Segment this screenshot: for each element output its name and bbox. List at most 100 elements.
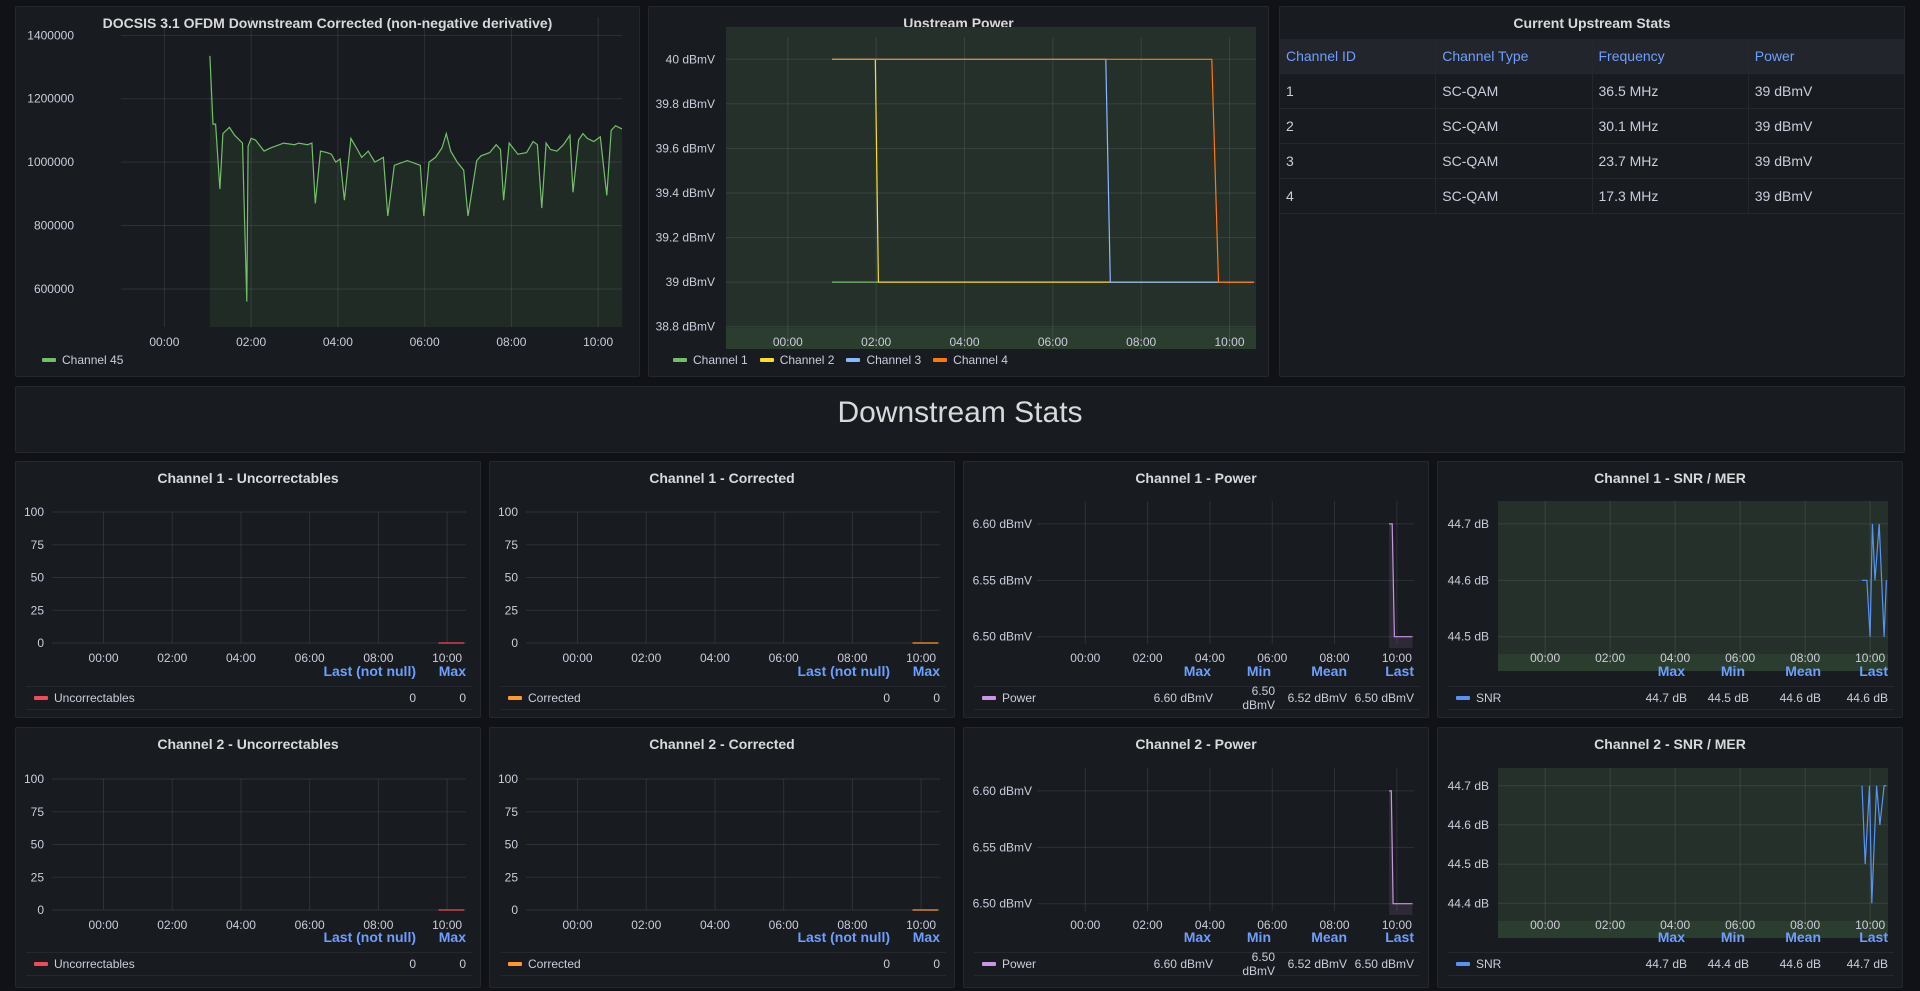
legend-row[interactable]: Uncorrectables 0 0 — [26, 952, 472, 976]
legend-item-channel-45[interactable]: Channel 45 — [42, 353, 123, 367]
y-tick-label: 44.7 dB — [1448, 517, 1489, 531]
x-tick-label: 02:00 — [861, 335, 891, 349]
x-tick-label: 04:00 — [226, 651, 256, 665]
legend-value-last-not-null: 0 — [409, 691, 416, 705]
legend-series[interactable]: Corrected — [500, 691, 766, 705]
y-tick-label: 38.8 dBmV — [656, 320, 715, 334]
legend-sort-last-not-null[interactable]: Last (not null) — [286, 663, 416, 679]
chart-channel-1-uncorrectables[interactable]: 025507510000:00 02:00 04:00 06:00 08:00 10:00 — [16, 462, 482, 719]
column-header-frequency[interactable]: Frequency — [1593, 39, 1749, 73]
legend-item-channel-4[interactable]: Channel 4 — [933, 353, 1008, 367]
legend-value-max: 0 — [459, 691, 466, 705]
legend-sort-max[interactable]: Max — [890, 663, 940, 679]
panel-channel-2-snr-mer[interactable]: Channel 2 - SNR / MER 44.4 dB 44.5 dB 44.6 … — [1437, 727, 1903, 988]
panel-channel-1-corrected[interactable]: Channel 1 - Corrected 0 25 50 75 100 00:00 02:0… — [489, 461, 955, 718]
legend-sort-max[interactable]: Max — [1615, 929, 1685, 945]
legend-sort-mean[interactable]: Mean — [1271, 929, 1347, 945]
legend-sort-last-not-null[interactable]: Last (not null) — [286, 929, 416, 945]
legend-row[interactable]: Corrected 0 0 — [500, 686, 946, 710]
chart-channel-2-corrected[interactable]: 025507510000:00 02:00 04:00 06:00 08:00 10:00 — [490, 728, 956, 989]
column-header-power[interactable]: Power — [1749, 39, 1904, 73]
series-swatch — [933, 358, 948, 362]
legend-sort-last[interactable]: Last — [1821, 663, 1888, 679]
legend-sort-max[interactable]: Max — [416, 929, 466, 945]
row-title: Downstream Stats — [837, 396, 1083, 429]
legend-sort-max[interactable]: Max — [890, 929, 940, 945]
legend-sort-min[interactable]: Min — [1685, 929, 1745, 945]
legend-sort-max[interactable]: Max — [416, 663, 466, 679]
x-tick-label: 00:00 — [563, 651, 593, 665]
legend-row[interactable]: SNR 44.7 dB 44.5 dB 44.6 dB 44.6 dB — [1448, 686, 1894, 710]
chart-ofdm[interactable]: 600000 800000 1000000 1200000 1400000 00:00 02… — [16, 7, 641, 378]
chart-upstream-power[interactable]: 38.8 dBmV 39 dBmV 39.2 dBmV 39.4 dBmV 39.6 d… — [649, 7, 1270, 378]
legend-sort-mean[interactable]: Mean — [1271, 663, 1347, 679]
legend-sort-mean[interactable]: Mean — [1745, 663, 1821, 679]
cell-channel-id: 3 — [1280, 144, 1437, 178]
legend-sort-last-not-null[interactable]: Last (not null) — [760, 663, 890, 679]
y-tick-label: 6.60 dBmV — [973, 517, 1032, 531]
chart-channel-1-snr-mer[interactable]: 44.5 dB44.6 dB44.7 dB00:00 02:00 04:00 06:0… — [1438, 462, 1904, 719]
legend-sort-max[interactable]: Max — [1141, 929, 1211, 945]
legend-item-channel-1[interactable]: Channel 1 — [673, 353, 748, 367]
legend-series[interactable]: Power — [974, 957, 1143, 971]
threshold-band — [726, 328, 1256, 349]
panel-channel-2-power[interactable]: Channel 2 - Power 6.50 dBmV 6.55 dBmV 6.60 … — [963, 727, 1429, 988]
series-swatch — [508, 962, 522, 966]
legend-sort-last[interactable]: Last — [1821, 929, 1888, 945]
y-tick-label: 6.60 dBmV — [973, 784, 1032, 798]
y-tick-label: 39.4 dBmV — [656, 186, 715, 200]
cell-power: 39 dBmV — [1754, 118, 1813, 134]
legend-stat-headers: Last (not null) Max — [760, 929, 940, 945]
y-tick-label: 800000 — [34, 219, 74, 233]
legend-sort-max[interactable]: Max — [1615, 663, 1685, 679]
y-tick-label: 600000 — [34, 282, 74, 296]
legend-row[interactable]: SNR 44.7 dB 44.4 dB 44.6 dB 44.7 dB — [1448, 952, 1894, 976]
legend-stat-headers: Max Min Mean Last — [1141, 663, 1414, 679]
legend-row[interactable]: Power 6.60 dBmV 6.50 dBmV 6.52 dBmV 6.50 dBm… — [974, 950, 1420, 978]
panel-ofdm-corrected[interactable]: DOCSIS 3.1 OFDM Downstream Corrected (no… — [15, 6, 640, 377]
chart-channel-1-corrected[interactable]: 025507510000:00 02:00 04:00 06:00 08:00 10:00 — [490, 462, 956, 719]
legend-sort-min[interactable]: Min — [1211, 929, 1271, 945]
legend-series[interactable]: SNR — [1448, 691, 1617, 705]
panel-channel-2-uncorrectables[interactable]: Channel 2 - Uncorrectables 0 25 50 75 100 00:0… — [15, 727, 481, 988]
legend-row[interactable]: Uncorrectables 0 0 — [26, 686, 472, 710]
legend-series[interactable]: SNR — [1448, 957, 1617, 971]
legend-sort-last[interactable]: Last — [1347, 663, 1414, 679]
chart-channel-2-power[interactable]: 6.50 dBmV6.55 dBmV6.60 dBmV00:00 02:00 04:… — [964, 728, 1430, 989]
panel-channel-1-uncorrectables[interactable]: Channel 1 - Uncorrectables 0 25 50 75 100 00:0… — [15, 461, 481, 718]
cell-frequency: 17.3 MHz — [1593, 179, 1749, 213]
legend-row[interactable]: Corrected 0 0 — [500, 952, 946, 976]
series-swatch — [1456, 962, 1470, 966]
chart-channel-1-power[interactable]: 6.50 dBmV6.55 dBmV6.60 dBmV00:00 02:00 04:… — [964, 462, 1430, 719]
legend-sort-min[interactable]: Min — [1211, 663, 1271, 679]
panel-upstream-power[interactable]: Upstream Power 38.8 dBmV 39 dBmV 39.2 dBmV… — [648, 6, 1269, 377]
legend-sort-max[interactable]: Max — [1141, 663, 1211, 679]
legend-series[interactable]: Uncorrectables — [26, 957, 292, 971]
chart-channel-2-snr-mer[interactable]: 44.4 dB44.5 dB44.6 dB44.7 dB00:00 02:00 04… — [1438, 728, 1904, 989]
y-tick-label: 25 — [505, 870, 519, 884]
x-tick-label: 00:00 — [1070, 918, 1100, 932]
legend-item-channel-2[interactable]: Channel 2 — [759, 353, 834, 367]
legend-sort-min[interactable]: Min — [1685, 663, 1745, 679]
legend-sort-last-not-null[interactable]: Last (not null) — [760, 929, 890, 945]
x-tick-label: 00:00 — [1530, 651, 1560, 665]
legend-row[interactable]: Power 6.60 dBmV 6.50 dBmV 6.52 dBmV 6.50 dBm… — [974, 684, 1420, 712]
column-header-channel-type[interactable]: Channel Type — [1436, 39, 1593, 73]
x-tick-label: 06:00 — [410, 335, 440, 349]
panel-channel-1-snr-mer[interactable]: Channel 1 - SNR / MER 44.5 dB 44.6 dB 44.7 … — [1437, 461, 1903, 718]
legend-series[interactable]: Power — [974, 691, 1143, 705]
legend-value-min: 6.50 dBmV — [1242, 950, 1275, 978]
panel-channel-2-corrected[interactable]: Channel 2 - Corrected 0 25 50 75 100 00:00 02:0… — [489, 727, 955, 988]
y-tick-label: 25 — [31, 603, 45, 617]
legend-series[interactable]: Corrected — [500, 957, 766, 971]
panel-upstream-stats[interactable]: Current Upstream Stats Channel ID Channe… — [1279, 6, 1905, 377]
legend-sort-last[interactable]: Last — [1347, 929, 1414, 945]
legend-item-channel-3[interactable]: Channel 3 — [846, 353, 921, 367]
chart-channel-2-uncorrectables[interactable]: 025507510000:00 02:00 04:00 06:00 08:00 10:00 — [16, 728, 482, 989]
legend-sort-mean[interactable]: Mean — [1745, 929, 1821, 945]
panel-channel-1-power[interactable]: Channel 1 - Power 6.50 dBmV 6.55 dBmV 6.60 … — [963, 461, 1429, 718]
column-header-channel-id[interactable]: Channel ID — [1280, 39, 1437, 73]
y-tick-label: 44.4 dB — [1448, 896, 1489, 910]
x-tick-label: 04:00 — [226, 918, 256, 932]
legend-series[interactable]: Uncorrectables — [26, 691, 292, 705]
